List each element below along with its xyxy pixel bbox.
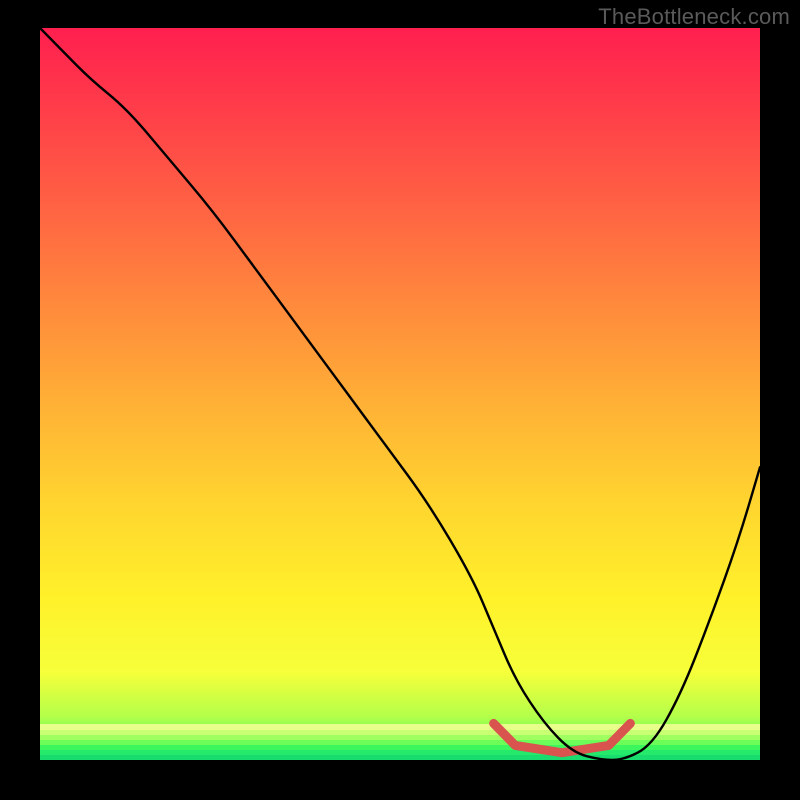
watermark-text: TheBottleneck.com (598, 4, 790, 30)
curve-svg (40, 28, 760, 760)
optimal-range-highlight (494, 723, 631, 752)
plot-area (40, 28, 760, 760)
chart-frame: TheBottleneck.com (0, 0, 800, 800)
bottleneck-curve (40, 28, 760, 760)
